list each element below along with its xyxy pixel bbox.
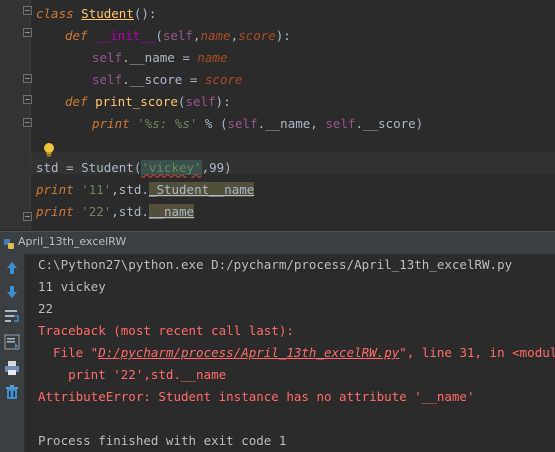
self-keyword: self (92, 72, 123, 87)
run-toolbar (0, 254, 25, 452)
code-line-print-22[interactable]: print '22',std.__name (36, 202, 195, 222)
code-text: ,std. (111, 182, 149, 197)
string-literal: '%s: %s' (129, 116, 198, 131)
self-keyword: self (162, 28, 193, 43)
fold-marker-icon[interactable] (23, 74, 32, 83)
run-tool-window-header[interactable]: April_13th_excelRW (0, 231, 555, 255)
code-text: .__name (122, 50, 175, 65)
code-line-print-format[interactable]: print '%s: %s' % (self.__name, self.__sc… (92, 114, 423, 134)
code-line-init[interactable]: def __init__(self,name,score): (65, 26, 291, 46)
code-text: .__score) (355, 116, 424, 131)
traceback-file-link[interactable]: D:/pycharm/process/April_13th_excelRW.py (98, 345, 399, 360)
code-text: , (230, 28, 239, 43)
traceback-header: Traceback (most recent call last): (38, 323, 294, 338)
keyword: print (36, 182, 74, 197)
class-name: Student (81, 6, 134, 21)
code-text: ): (215, 94, 231, 109)
trash-icon[interactable] (4, 384, 20, 400)
error-message: AttributeError: Student instance has no … (38, 389, 475, 404)
python-run-icon (3, 236, 16, 255)
fold-marker-icon[interactable] (23, 212, 32, 221)
code-text: = (182, 72, 205, 87)
traceback-text: ", line 31, in <module> (399, 345, 555, 360)
traceback-file-line: File "D:/pycharm/process/April_13th_exce… (38, 342, 555, 364)
function-name: print_score (95, 94, 178, 109)
run-configuration-tab[interactable]: April_13th_excelRW (18, 235, 126, 248)
code-line-def-print-score[interactable]: def print_score(self): (65, 92, 231, 112)
console-output-line: 22 (38, 301, 54, 316)
string-literal: '11' (73, 182, 112, 197)
code-text: ,99) (201, 160, 232, 175)
print-icon[interactable] (4, 360, 20, 376)
string-literal: 'vickey' (141, 160, 202, 175)
code-text: % ( (197, 116, 228, 131)
code-editor[interactable]: class Student(): def __init__(self,name,… (0, 0, 555, 230)
code-text: (): (133, 6, 157, 21)
down-arrow-icon[interactable] (4, 284, 20, 300)
process-finished-message: Process finished with exit code 1 (38, 433, 287, 448)
code-line-print-11[interactable]: print '11',std._Student__name (36, 180, 255, 200)
console-command-line: C:\Python27\python.exe D:/pycharm/proces… (38, 257, 513, 272)
code-text: , (192, 28, 201, 43)
attribute-warning: _Student__name (148, 182, 255, 197)
keyword: def (65, 28, 88, 43)
soft-wrap-icon[interactable] (4, 308, 20, 324)
code-text: ): (275, 28, 291, 43)
fold-marker-icon[interactable] (23, 28, 32, 37)
self-keyword: self (185, 94, 216, 109)
traceback-code-line: print '22',std.__name (38, 367, 227, 382)
scroll-to-end-icon[interactable] (4, 334, 20, 350)
param-name: name (197, 50, 228, 65)
keyword: class (36, 6, 74, 21)
code-text: std = Student( (36, 160, 142, 175)
code-text: .__score (122, 72, 183, 87)
function-name: __init__ (95, 28, 156, 43)
keyword: print (92, 116, 130, 131)
fold-marker-icon[interactable] (23, 6, 32, 15)
self-keyword: self (325, 116, 356, 131)
code-line-assign-score[interactable]: self.__score = score (92, 70, 243, 90)
param-name: score (238, 28, 276, 43)
string-literal: '22' (73, 204, 112, 219)
console-output-line: 11 vickey (38, 279, 106, 294)
code-text: ( (155, 28, 163, 43)
self-keyword: self (227, 116, 258, 131)
attribute-warning: __name (148, 204, 195, 219)
fold-marker-icon[interactable] (23, 118, 32, 127)
pycharm-window: class Student(): def __init__(self,name,… (0, 0, 555, 452)
console-output[interactable]: C:\Python27\python.exe D:/pycharm/proces… (25, 254, 555, 452)
code-line-class[interactable]: class Student(): (36, 4, 156, 24)
param-name: name (200, 28, 231, 43)
code-line-assign-name[interactable]: self.__name = name (92, 48, 227, 68)
code-line-std-assign[interactable]: std = Student('vickey',99) (36, 158, 232, 178)
keyword: print (36, 204, 74, 219)
traceback-text: File " (38, 345, 99, 360)
code-text: = (174, 50, 198, 65)
code-text: ,std. (111, 204, 149, 219)
param-name: score (204, 72, 243, 87)
fold-marker-icon[interactable] (23, 95, 32, 104)
up-arrow-icon[interactable] (4, 260, 20, 276)
self-keyword: self (92, 50, 123, 65)
keyword: def (65, 94, 88, 109)
code-text: .__name, (257, 116, 326, 131)
